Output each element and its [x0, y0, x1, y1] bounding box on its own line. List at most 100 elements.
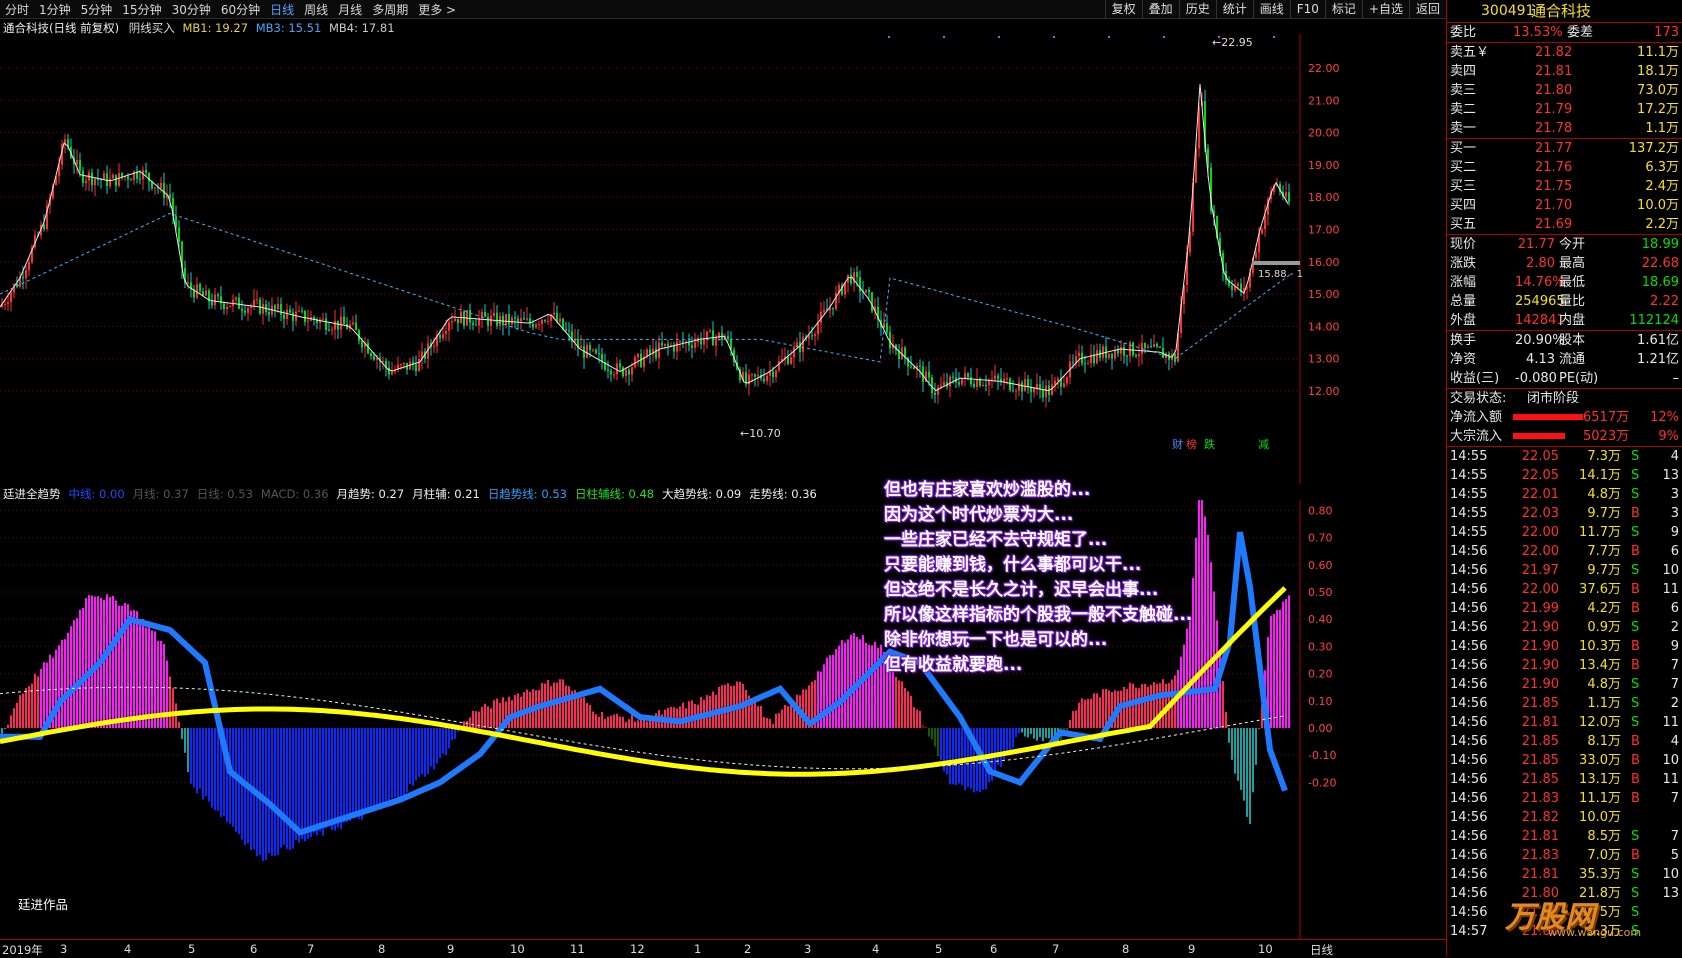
- bid-price: 21.70: [1535, 198, 1573, 213]
- candle-body: [85, 180, 87, 183]
- candle-body: [325, 318, 327, 330]
- candle-body: [757, 374, 759, 377]
- ind-tick: 0.70: [1308, 532, 1333, 545]
- candle-body: [400, 364, 402, 366]
- stock-name: 通合科技: [1531, 2, 1592, 20]
- toolbar-btn-3[interactable]: 统计: [1215, 0, 1253, 18]
- period-tab-9[interactable]: 多周期: [367, 1, 413, 18]
- flow-row: 大宗流入 5023万 9%: [1447, 427, 1682, 446]
- candle-body: [109, 178, 111, 186]
- candle-body: [535, 324, 537, 328]
- candle-body: [472, 322, 474, 325]
- candle-body: [94, 178, 96, 186]
- candle-body: [817, 322, 819, 335]
- candle-body: [919, 365, 921, 367]
- indicator-bar: [598, 716, 600, 728]
- candle-body: [1108, 353, 1110, 359]
- price-tick: 19.00: [1308, 159, 1340, 172]
- indicator-bar: [433, 728, 435, 770]
- tick-time: 14:56: [1450, 848, 1488, 863]
- tick-count: 11: [1662, 715, 1679, 730]
- ask-row: 卖五￥ 21.82 11.1万: [1447, 43, 1682, 62]
- toolbar-btn-7[interactable]: +自选: [1361, 0, 1409, 18]
- toolbar-btn-8[interactable]: 返回: [1408, 0, 1446, 18]
- indicator-bar: [148, 626, 150, 728]
- candle-body: [751, 374, 753, 376]
- indicator-name[interactable]: 廷进全趋势: [3, 487, 61, 501]
- tick-list[interactable]: 14:55 22.05 7.3万 S 4 14:55 22.05 14.1万 S 13 14:55 2…: [1447, 446, 1682, 941]
- tick-volume: 10.3万: [1579, 639, 1621, 654]
- indicator-item: 月线: 0.37: [132, 487, 189, 501]
- period-tab-4[interactable]: 30分钟: [167, 1, 216, 18]
- period-tab-1[interactable]: 1分钟: [34, 1, 76, 18]
- indicator-bar: [1000, 728, 1002, 767]
- candle-body: [1261, 228, 1263, 234]
- tick-count: 10: [1662, 867, 1679, 882]
- candle-body: [1153, 344, 1155, 348]
- toolbar-btn-5[interactable]: F10: [1289, 0, 1325, 18]
- tick-volume: 9.7万: [1587, 563, 1621, 578]
- flow-percent: 12%: [1650, 410, 1679, 425]
- tick-time: 14:56: [1450, 658, 1488, 673]
- toolbar-btn-4[interactable]: 画线: [1252, 0, 1290, 18]
- toolbar-btn-1[interactable]: 叠加: [1141, 0, 1179, 18]
- indicator-bar: [1255, 728, 1257, 765]
- ask-price: 21.78: [1535, 121, 1573, 136]
- indicator-bar: [70, 626, 72, 728]
- period-tab-5[interactable]: 60分钟: [216, 1, 265, 18]
- candle-body: [1123, 346, 1125, 356]
- date-tick: 12: [630, 942, 645, 956]
- toolbar-btn-0[interactable]: 复权: [1104, 0, 1142, 18]
- candle-body: [388, 367, 390, 375]
- signal-name[interactable]: 阴线买入: [129, 21, 175, 35]
- tick-price: 21.85: [1521, 696, 1559, 711]
- indicator-bar: [442, 728, 444, 754]
- candle-body: [22, 276, 24, 279]
- period-tab-8[interactable]: 月线: [333, 1, 367, 18]
- tick-row: 14:55 22.00 11.7万 S 9: [1447, 523, 1682, 542]
- price-chart[interactable]: 22.00 21.00 20.00 19.00 18.00 17.00 16.00 15.00…: [0, 34, 1446, 484]
- candle-body: [823, 309, 825, 312]
- indicator-bar: [778, 713, 780, 728]
- tick-row: 14:56 21.90 4.8万 S 7: [1447, 675, 1682, 694]
- period-tab-10[interactable]: 更多 >: [413, 1, 461, 18]
- candle-body: [1066, 377, 1068, 384]
- period-tab-0[interactable]: 分时: [0, 1, 34, 18]
- indicator-bar: [169, 676, 171, 728]
- period-tab-6[interactable]: 日线: [265, 1, 299, 18]
- date-tick: 2: [744, 942, 752, 956]
- indicator-bar: [22, 693, 24, 728]
- candle-body: [496, 312, 498, 326]
- toolbar-btn-6[interactable]: 标记: [1324, 0, 1362, 18]
- candle-body: [235, 297, 237, 300]
- candle-body: [1117, 349, 1119, 354]
- tick-volume: 12.0万: [1579, 715, 1621, 730]
- candle-body: [301, 310, 303, 312]
- indicator-bar: [691, 700, 693, 728]
- period-tab-7[interactable]: 周线: [299, 1, 333, 18]
- candle-body: [1120, 346, 1122, 354]
- candle-body: [106, 173, 108, 186]
- indicator-bar: [286, 728, 288, 849]
- date-tick: 10: [510, 942, 525, 956]
- candle-body: [304, 310, 306, 322]
- ma-line: [0, 84, 1289, 392]
- price-tick: 18.00: [1308, 191, 1340, 204]
- mb3-value: MB3: 15.51: [255, 21, 322, 35]
- tick-volume: 35.3万: [1579, 867, 1621, 882]
- toolbar-btn-2[interactable]: 历史: [1178, 0, 1216, 18]
- candle-body: [373, 355, 375, 360]
- indicator-bar: [145, 627, 147, 728]
- bid-row: 买二 21.76 6.3万: [1447, 158, 1682, 177]
- indicator-bar: [16, 702, 18, 728]
- candle-body: [1012, 390, 1014, 392]
- indicator-bar: [418, 728, 420, 777]
- period-tab-3[interactable]: 15分钟: [117, 1, 166, 18]
- candle-body: [391, 371, 393, 375]
- tick-time: 14:56: [1450, 867, 1488, 882]
- period-tab-2[interactable]: 5分钟: [76, 1, 118, 18]
- indicator-bar: [1093, 693, 1095, 728]
- date-tick: 4: [872, 942, 880, 956]
- candle-body: [223, 303, 225, 310]
- price-tick: 22.00: [1308, 62, 1340, 75]
